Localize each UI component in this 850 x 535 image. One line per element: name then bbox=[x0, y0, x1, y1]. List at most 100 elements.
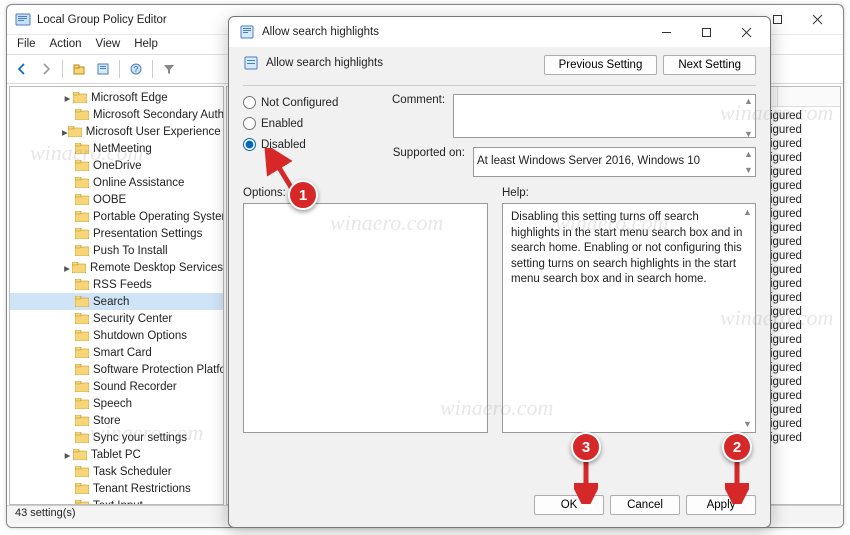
options-box bbox=[243, 203, 488, 433]
dialog-subtitle: Allow search highlights bbox=[243, 55, 544, 71]
tree-item-label: OOBE bbox=[93, 194, 126, 206]
tree-item[interactable]: Sound Recorder bbox=[10, 378, 223, 395]
tree-item-label: Store bbox=[93, 415, 121, 427]
help-text: Disabling this setting turns off search … bbox=[511, 211, 742, 285]
tree-item-label: Microsoft Edge bbox=[91, 92, 168, 104]
menu-help[interactable]: Help bbox=[134, 38, 158, 50]
radio-enabled-label: Enabled bbox=[261, 118, 303, 130]
tree-item[interactable]: Push To Install bbox=[10, 242, 223, 259]
tree-item[interactable]: Smart Card bbox=[10, 344, 223, 361]
supported-text: At least Windows Server 2016, Windows 10 bbox=[473, 147, 756, 177]
tree-item-label: Remote Desktop Services bbox=[90, 262, 223, 274]
tree-item[interactable]: Task Scheduler bbox=[10, 463, 223, 480]
svg-text:?: ? bbox=[134, 65, 139, 74]
comment-input[interactable] bbox=[453, 94, 756, 138]
main-title: Local Group Policy Editor bbox=[37, 14, 167, 26]
help-label: Help: bbox=[502, 187, 756, 199]
tree-item-label: Push To Install bbox=[93, 245, 168, 257]
tree-item[interactable]: Presentation Settings bbox=[10, 225, 223, 242]
tree-item[interactable]: Online Assistance bbox=[10, 174, 223, 191]
radio-not-configured[interactable]: Not Configured bbox=[243, 96, 378, 109]
tree-item-label: Microsoft User Experience Virtualization bbox=[86, 126, 224, 138]
tree-item-label: Smart Card bbox=[93, 347, 152, 359]
tree-item[interactable]: ▸Tablet PC bbox=[10, 446, 223, 463]
scrollbar-icon[interactable]: ▲▼ bbox=[744, 149, 754, 175]
menu-view[interactable]: View bbox=[96, 38, 121, 50]
annotation-badge-3: 3 bbox=[571, 432, 601, 462]
tree-item[interactable]: NetMeeting bbox=[10, 140, 223, 157]
tree-item[interactable]: Portable Operating System bbox=[10, 208, 223, 225]
tree-item[interactable]: Store bbox=[10, 412, 223, 429]
dialog-title: Allow search highlights bbox=[262, 26, 379, 38]
tree-item[interactable]: Shutdown Options bbox=[10, 327, 223, 344]
previous-setting-button[interactable]: Previous Setting bbox=[544, 55, 658, 75]
tb-props-icon[interactable] bbox=[92, 58, 114, 80]
tb-forward-icon[interactable] bbox=[35, 58, 57, 80]
tree-item-label: Microsoft Secondary Authentication bbox=[93, 109, 224, 121]
status-text: 43 setting(s) bbox=[15, 507, 76, 519]
tree-item[interactable]: Sync your settings bbox=[10, 429, 223, 446]
dialog-maximize-button[interactable] bbox=[686, 18, 726, 46]
tb-up-icon[interactable] bbox=[68, 58, 90, 80]
annotation-badge-2: 2 bbox=[722, 432, 752, 462]
radio-enabled[interactable]: Enabled bbox=[243, 117, 378, 130]
tb-back-icon[interactable] bbox=[11, 58, 33, 80]
tree-item[interactable]: Text Input bbox=[10, 497, 223, 505]
tree-item[interactable]: ▸ Remote Desktop Services bbox=[10, 259, 223, 276]
divider bbox=[243, 85, 756, 86]
tree-item[interactable]: ▸Microsoft User Experience Virtualizatio… bbox=[10, 123, 223, 140]
tree-item-label: Sound Recorder bbox=[93, 381, 177, 393]
dialog-icon bbox=[239, 24, 255, 40]
next-setting-button[interactable]: Next Setting bbox=[663, 55, 756, 75]
chevron-right-icon[interactable]: ▸ bbox=[62, 448, 73, 462]
tree-item[interactable]: OneDrive bbox=[10, 157, 223, 174]
tree-item-label: Tenant Restrictions bbox=[93, 483, 191, 495]
tree-item-label: Task Scheduler bbox=[93, 466, 172, 478]
scrollbar-icon[interactable]: ▲▼ bbox=[743, 206, 753, 430]
menu-file[interactable]: File bbox=[17, 38, 36, 50]
tree-pane[interactable]: ▸ Microsoft Edge Microsoft Secondary Authe… bbox=[9, 86, 224, 505]
dialog-close-button[interactable] bbox=[726, 18, 766, 46]
tree-item-label: NetMeeting bbox=[93, 143, 152, 155]
policy-dialog: Allow search highlights Allow search hig… bbox=[228, 16, 771, 528]
tree-item-label: Text Input bbox=[93, 500, 143, 506]
help-box: Disabling this setting turns off search … bbox=[502, 203, 756, 433]
dialog-titlebar: Allow search highlights bbox=[229, 17, 770, 47]
tree-item[interactable]: Search bbox=[10, 293, 223, 310]
chevron-right-icon[interactable]: ▸ bbox=[62, 91, 73, 105]
tb-filter-icon[interactable] bbox=[158, 58, 180, 80]
policy-icon bbox=[243, 55, 259, 71]
tree-item[interactable]: Microsoft Secondary Authentication bbox=[10, 106, 223, 123]
dialog-subtitle-text: Allow search highlights bbox=[266, 57, 383, 69]
dialog-button-bar: OK Cancel Apply bbox=[229, 487, 770, 527]
tree-item-label: Security Center bbox=[93, 313, 172, 325]
tree-item-label: Presentation Settings bbox=[93, 228, 202, 240]
menu-action[interactable]: Action bbox=[50, 38, 82, 50]
tree-item-label: Search bbox=[93, 296, 129, 308]
tree-item[interactable]: ▸ Microsoft Edge bbox=[10, 89, 223, 106]
radio-not-configured-label: Not Configured bbox=[261, 97, 338, 109]
tree-item-label: Shutdown Options bbox=[93, 330, 187, 342]
tree-item-label: OneDrive bbox=[93, 160, 142, 172]
chevron-right-icon[interactable]: ▸ bbox=[62, 261, 72, 275]
scrollbar-icon[interactable]: ▲▼ bbox=[744, 96, 754, 139]
tree-item[interactable]: Software Protection Platform bbox=[10, 361, 223, 378]
tree-item[interactable]: OOBE bbox=[10, 191, 223, 208]
cancel-button[interactable]: Cancel bbox=[610, 495, 680, 515]
supported-label: Supported on: bbox=[392, 147, 465, 177]
tree-item[interactable]: Speech bbox=[10, 395, 223, 412]
tb-help-icon[interactable]: ? bbox=[125, 58, 147, 80]
comment-label: Comment: bbox=[392, 94, 445, 141]
annotation-arrow-3 bbox=[574, 460, 598, 504]
tree-item-label: Software Protection Platform bbox=[93, 364, 224, 376]
tree-item[interactable]: Security Center bbox=[10, 310, 223, 327]
annotation-badge-1: 1 bbox=[288, 180, 318, 210]
tree-item-label: Portable Operating System bbox=[93, 211, 224, 223]
tree-item-label: Speech bbox=[93, 398, 132, 410]
tree-item[interactable]: RSS Feeds bbox=[10, 276, 223, 293]
tree-item-label: Sync your settings bbox=[93, 432, 187, 444]
dialog-minimize-button[interactable] bbox=[646, 18, 686, 46]
tree-item-label: RSS Feeds bbox=[93, 279, 152, 291]
tree-item[interactable]: Tenant Restrictions bbox=[10, 480, 223, 497]
close-button[interactable] bbox=[797, 6, 837, 34]
